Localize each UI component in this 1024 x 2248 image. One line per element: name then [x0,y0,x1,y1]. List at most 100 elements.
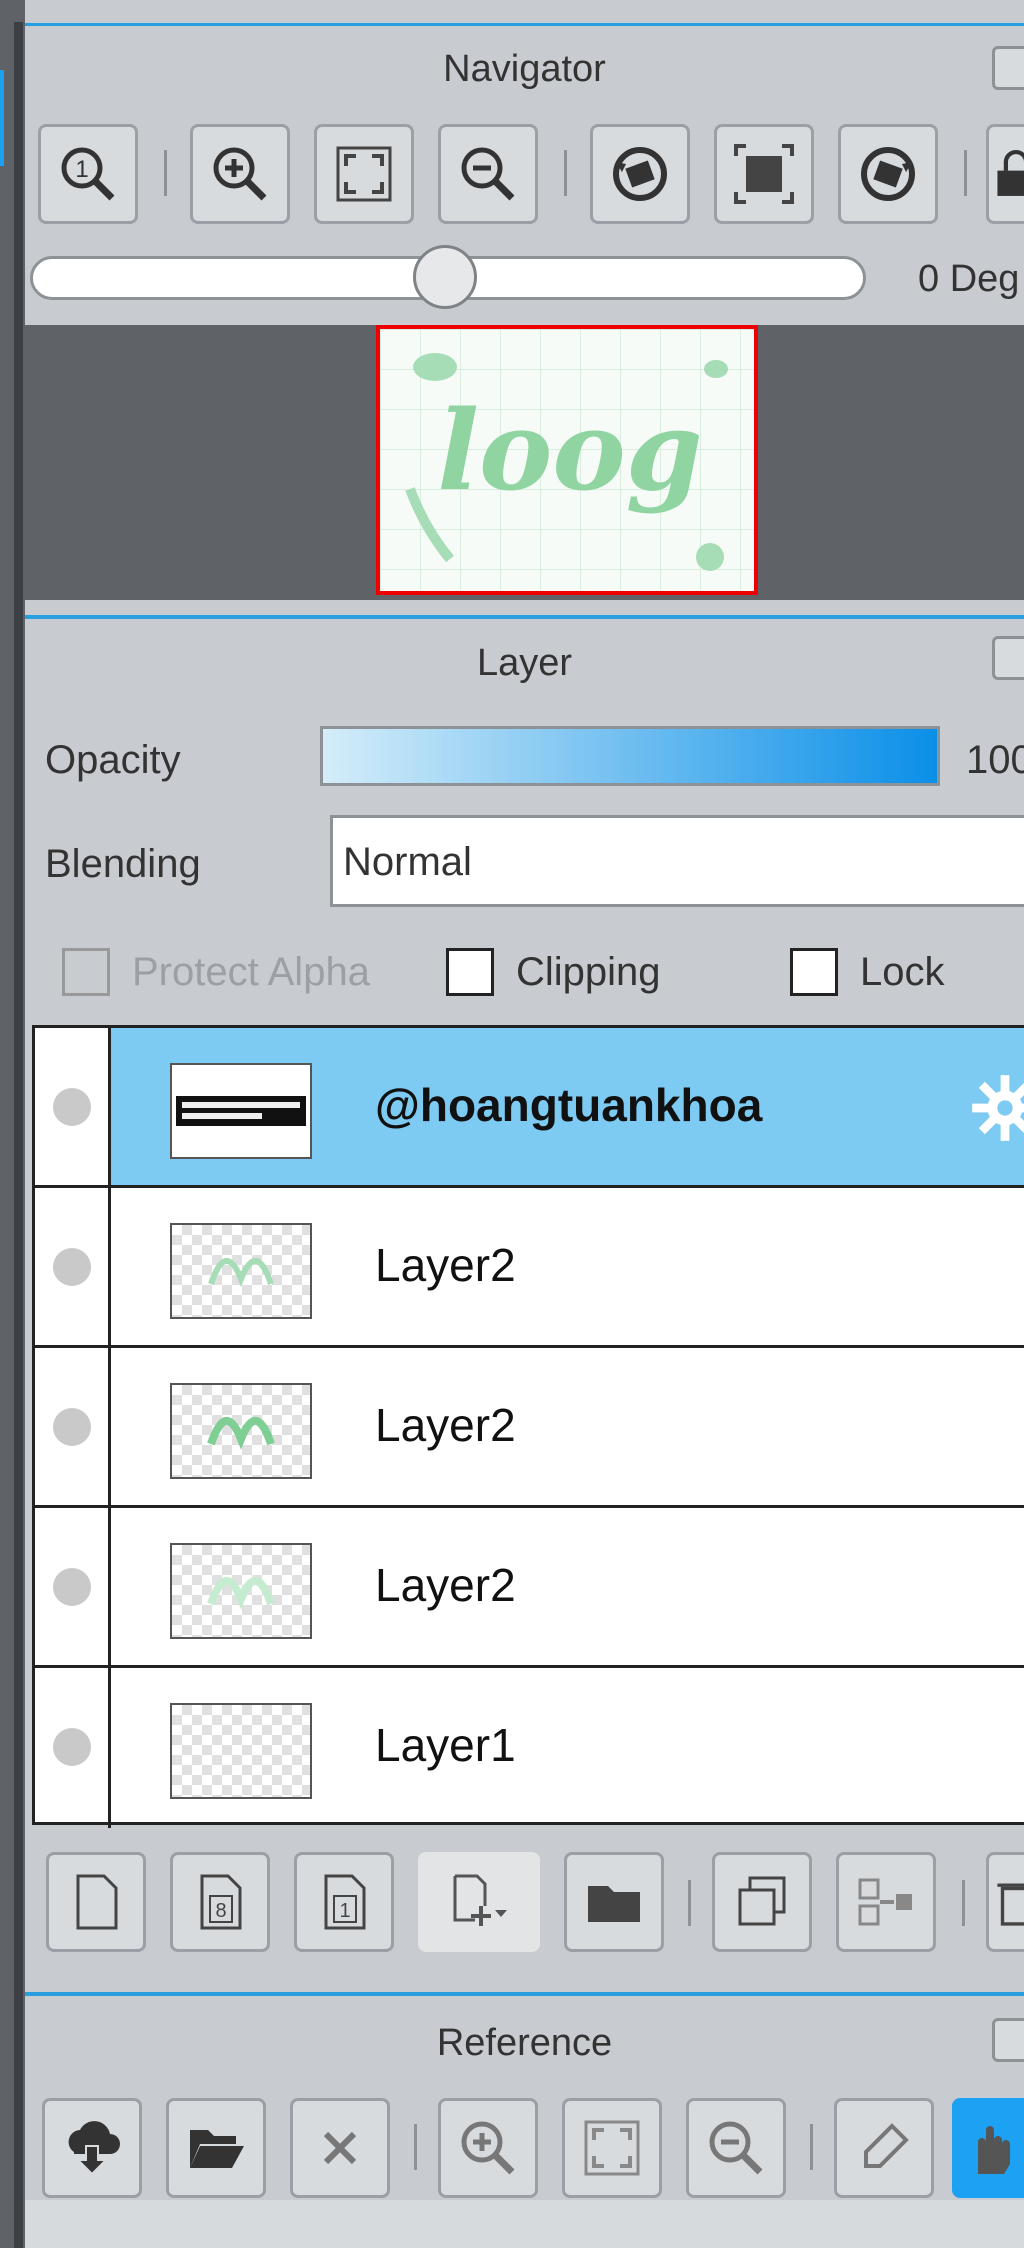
lock-label: Lock [860,950,945,994]
layer-art-thumbnail-icon [207,1576,275,1610]
eyedropper-icon [864,2123,909,2168]
layer-panel-title: Layer [476,642,573,684]
reference-zoom-in-button[interactable] [438,2098,538,2198]
add-layer-dropdown-button[interactable] [418,1852,540,1952]
layer-name: Layer2 [375,1399,516,1451]
toolbar-separator [564,150,567,196]
fit-screen-button[interactable] [314,124,414,224]
cloud-download-button[interactable] [42,2098,142,2198]
protect-alpha-checkbox[interactable] [62,948,110,996]
fit-screen-icon [584,2120,640,2176]
opacity-value: 100 [966,738,1024,782]
layer-name: Layer2 [375,1559,516,1611]
blending-label: Blending [45,842,201,886]
new-1bit-layer-button[interactable]: 1 [294,1852,394,1952]
eyedropper-button[interactable] [834,2098,934,2198]
rotate-right-icon [861,147,915,201]
canvas-thumbnail: loog [380,329,754,591]
layer-thumbnail [170,1063,312,1159]
visibility-toggle[interactable] [35,1348,111,1505]
close-reference-button[interactable] [290,2098,390,2198]
layer-name: Layer2 [375,1239,516,1291]
reference-zoom-out-button[interactable] [686,2098,786,2198]
left-sidebar-strip [0,0,25,2248]
layer-art-thumbnail-icon [207,1416,275,1450]
zoom-in-icon [461,2121,515,2175]
sidebar-scrollbar[interactable] [14,22,23,2248]
new-folder-icon [588,1886,640,1922]
lock-icon [997,149,1024,196]
gear-icon[interactable] [970,1073,1024,1143]
navigator-popout-icon[interactable] [992,46,1024,90]
visibility-toggle[interactable] [35,1188,111,1345]
new-folder-button[interactable] [564,1852,664,1952]
layer-list[interactable]: @hoangtuankhoa Layer2 Layer2 Layer2 Laye… [32,1025,1024,1828]
new-layer-button[interactable] [46,1852,146,1952]
visibility-toggle[interactable] [35,1508,111,1665]
lock-checkbox[interactable] [790,948,838,996]
rotate-left-icon [613,147,667,201]
clipping-checkbox[interactable] [446,948,494,996]
duplicate-layer-icon [738,1876,786,1926]
zoom-out-icon [709,2121,763,2175]
bit-depth-label: 1 [339,1900,350,1922]
zoom-actual-button[interactable]: 1 [38,124,138,224]
toolbar-separator [964,150,967,196]
toolbar-separator [164,150,167,196]
hand-tool-button[interactable] [952,2098,1024,2198]
layer-thumbnail [170,1223,312,1319]
visibility-dot-icon [53,1568,91,1606]
lock-view-button[interactable] [986,124,1024,224]
svg-text:1: 1 [75,156,88,183]
active-indicator [0,70,4,166]
layer-row[interactable]: Layer2 [35,1508,1024,1668]
reference-popout-icon[interactable] [992,2018,1024,2062]
fit-canvas-button[interactable] [714,124,814,224]
top-divider [25,0,1024,26]
toolbar-separator [688,1880,691,1926]
new-8bit-layer-icon: 8 [200,1874,242,1930]
new-8bit-layer-button[interactable]: 8 [170,1852,270,1952]
merge-layer-icon [858,1878,912,1926]
visibility-toggle[interactable] [35,1028,111,1185]
navigator-canvas-preview[interactable]: loog [376,325,758,595]
layer-row[interactable]: Layer2 [35,1188,1024,1348]
zoom-out-button[interactable] [438,124,538,224]
merge-layer-button[interactable] [836,1852,936,1952]
zoom-out-icon [461,147,515,201]
blending-select[interactable]: Normal [330,815,1024,907]
opacity-label: Opacity [45,738,181,782]
text-layer-thumbnail-icon [176,1096,306,1126]
reference-fit-screen-button[interactable] [562,2098,662,2198]
layer-name: Layer1 [375,1719,516,1771]
zoom-actual-icon: 1 [61,147,115,201]
cloud-download-icon [68,2121,120,2176]
layer-row[interactable]: @hoangtuankhoa [35,1028,1024,1188]
layer-popout-icon[interactable] [992,636,1024,680]
visibility-dot-icon [53,1728,91,1766]
layer-name: @hoangtuankhoa [375,1079,763,1131]
canvas-art-text: loog [437,386,702,515]
rotation-slider-knob[interactable] [413,245,477,309]
toolbar-separator [810,2124,813,2170]
rotation-value: 0 Deg [918,258,1020,300]
reference-canvas-area[interactable] [25,2200,1024,2248]
delete-layer-button[interactable] [986,1852,1024,1952]
layer-art-thumbnail-icon [208,1257,274,1288]
add-layer-dropdown-icon [453,1874,507,1926]
zoom-in-button[interactable] [190,124,290,224]
rotate-right-button[interactable] [838,124,938,224]
layer-row[interactable]: Layer1 [35,1668,1024,1828]
fit-canvas-icon [734,144,794,204]
new-layer-icon [76,1874,118,1930]
layer-thumbnail [170,1543,312,1639]
layer-row[interactable]: Layer2 [35,1348,1024,1508]
bit-depth-label: 8 [215,1900,226,1922]
duplicate-layer-button[interactable] [712,1852,812,1952]
zoom-in-icon [213,147,267,201]
opacity-slider[interactable] [320,726,940,786]
visibility-dot-icon [53,1248,91,1286]
rotate-left-button[interactable] [590,124,690,224]
open-folder-button[interactable] [166,2098,266,2198]
visibility-toggle[interactable] [35,1668,111,1828]
